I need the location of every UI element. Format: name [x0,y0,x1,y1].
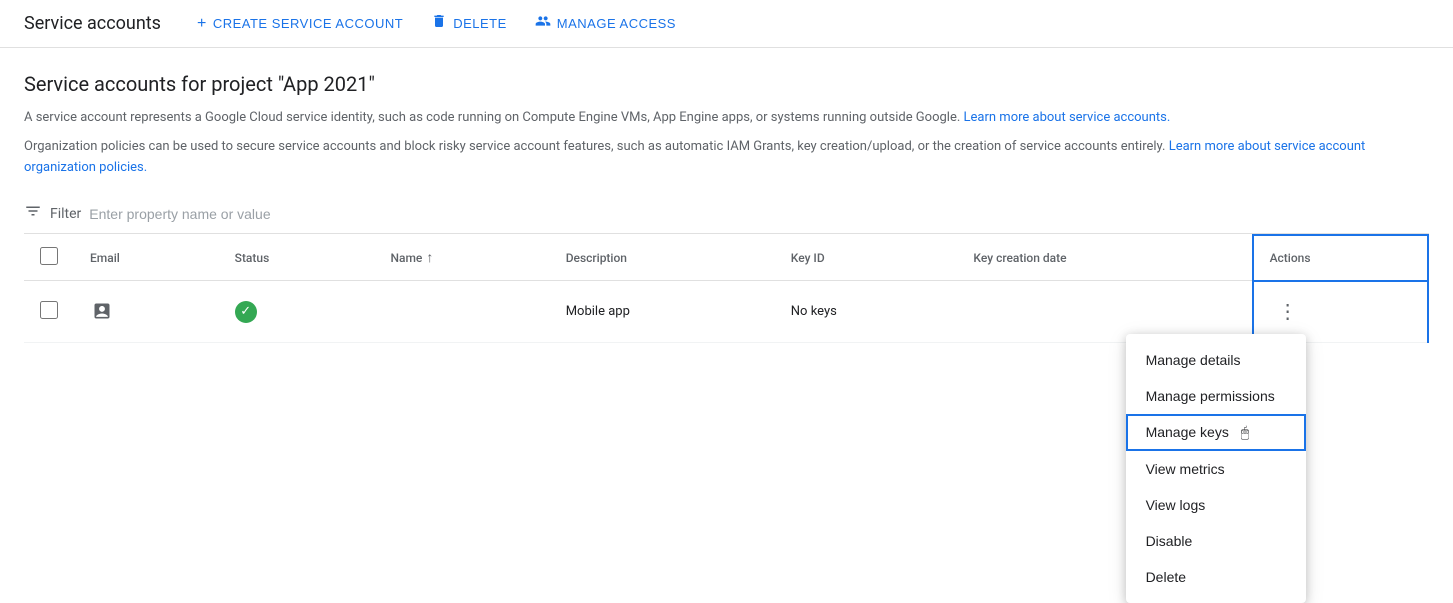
disable-item[interactable]: Disable [1126,523,1306,559]
manage-access-button[interactable]: MANAGE ACCESS [523,5,688,42]
main-content: Service accounts for project "App 2021" … [0,48,1453,343]
row-key-id-cell: No keys [775,281,958,343]
view-logs-item[interactable]: View logs [1126,487,1306,523]
manage-details-item[interactable]: Manage details [1126,342,1306,378]
select-all-checkbox[interactable] [40,247,58,265]
th-status: Status [219,235,375,281]
view-metrics-item[interactable]: View metrics [1126,451,1306,487]
row-name-cell [374,281,549,343]
actions-menu-button[interactable]: ⋮ [1270,294,1306,330]
table-row: ✓ Mobile app No keys ⋮ [24,281,1428,343]
filter-bar: Filter [24,194,1429,234]
th-description: Description [550,235,775,281]
create-service-account-button[interactable]: + CREATE SERVICE ACCOUNT [185,7,415,41]
description-2: Organization policies can be used to sec… [24,137,1429,179]
delete-button[interactable]: DELETE [419,5,519,42]
row-status-cell: ✓ [219,281,375,343]
plus-icon: + [197,15,207,33]
manage-permissions-item[interactable]: Manage permissions [1126,378,1306,414]
th-name[interactable]: Name ↑ [374,235,549,281]
header-actions: + CREATE SERVICE ACCOUNT DELETE MANAGE A… [185,5,688,42]
th-key-id: Key ID [775,235,958,281]
row-description-cell: Mobile app [550,281,775,343]
status-ok-icon: ✓ [235,301,257,323]
actions-dropdown-wrapper: ⋮ Manage details Manage permissions Mana… [1270,294,1306,330]
th-key-creation-date: Key creation date [957,235,1252,281]
manage-keys-item[interactable]: Manage keys 🖱 [1126,414,1306,451]
manage-access-icon [535,13,551,34]
cursor-indicator: 🖱 [1241,424,1249,440]
delete-icon [431,13,447,34]
page-header: Service accounts + CREATE SERVICE ACCOUN… [0,0,1453,48]
row-email-cell [74,281,219,343]
actions-dropdown-menu: Manage details Manage permissions Manage… [1126,334,1306,603]
learn-more-accounts-link[interactable]: Learn more about service accounts. [964,110,1171,125]
filter-input[interactable] [89,206,1429,222]
th-email: Email [74,235,219,281]
row-checkbox[interactable] [40,301,58,319]
filter-label: Filter [50,206,81,222]
row-checkbox-cell [24,281,74,343]
service-accounts-table: Email Status Name ↑ Description Key ID [24,234,1429,343]
th-actions: Actions [1253,235,1428,281]
row-actions-cell: ⋮ Manage details Manage permissions Mana… [1253,281,1428,343]
project-title: Service accounts for project "App 2021" [24,72,1429,96]
delete-item[interactable]: Delete [1126,559,1306,595]
th-select-all [24,235,74,281]
sort-icon: ↑ [426,249,433,266]
filter-icon [24,202,42,225]
description-1: A service account represents a Google Cl… [24,108,1429,129]
page-title: Service accounts [24,13,161,34]
service-account-icon [90,299,114,323]
